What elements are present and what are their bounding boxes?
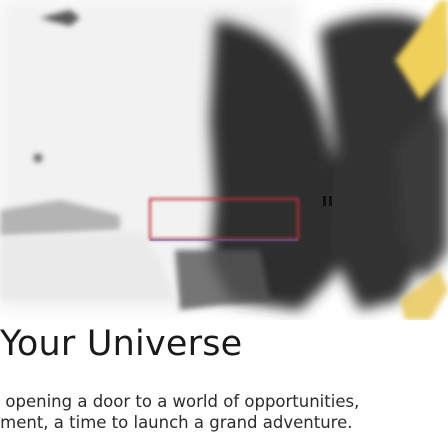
page: Your Universe e opening a door to a worl…	[0, 0, 448, 448]
section-description-line-1: e opening a door to a world of opportuni…	[0, 392, 360, 411]
section-description-line-2: ement, a time to launch a grand adventur…	[0, 413, 353, 432]
hero-illustration-svg	[0, 0, 448, 320]
section-description: e opening a door to a world of opportuni…	[0, 391, 448, 433]
hero-illustration	[0, 0, 448, 320]
hero-pause-mark-right	[329, 196, 332, 206]
section-title: Your Universe	[0, 324, 243, 364]
hero-pause-mark-left	[323, 196, 326, 206]
